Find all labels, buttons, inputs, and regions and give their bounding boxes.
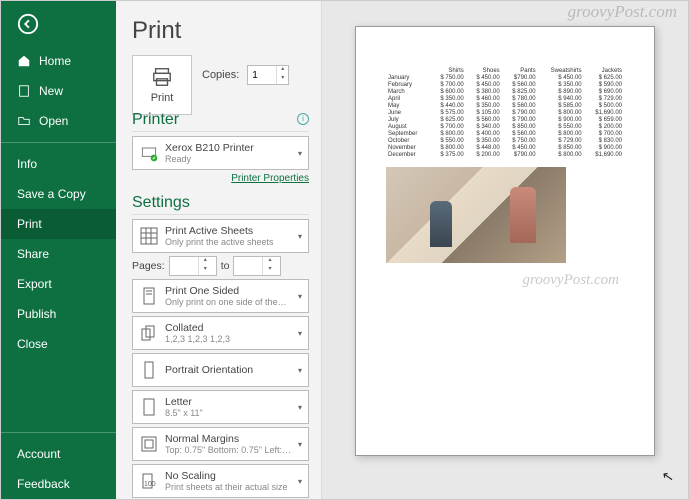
table-row: January$ 750.00$ 450.00$790.00$ 450.00$ … — [386, 75, 624, 82]
chevron-down-icon: ▾ — [298, 149, 302, 158]
table-row: June$ 575.00$ 105.00$ 790.00$ 800.00$1,6… — [386, 110, 624, 117]
sidebar-label: Close — [17, 337, 48, 351]
pages-label: Pages: — [132, 260, 165, 272]
table-row: December$ 375.00$ 200.00$790.00$ 800.00$… — [386, 152, 624, 159]
pages-to-input[interactable] — [234, 257, 262, 275]
settings-heading: Settings — [132, 194, 309, 215]
table-row: February$ 700.00$ 450.00$ 560.00$ 350.00… — [386, 82, 624, 89]
table-row: April$ 350.00$ 460.00$ 780.00$ 940.00$ 7… — [386, 96, 624, 103]
chevron-down-icon: ▾ — [298, 329, 302, 338]
page-title: Print — [132, 17, 309, 45]
copies-input[interactable] — [248, 66, 276, 84]
copies-spinner[interactable]: ▴▾ — [247, 65, 289, 85]
sidebar-item-share[interactable]: Share — [1, 239, 116, 269]
sidebar-item-close[interactable]: Close — [1, 329, 116, 359]
sidebar-item-export[interactable]: Export — [1, 269, 116, 299]
printer-dropdown[interactable]: Xerox B210 Printer Ready ▾ — [132, 136, 309, 170]
print-preview-area: ShirtsShoesPantsSweatshirtsJackets Janua… — [321, 1, 688, 499]
chevron-down-icon: ▾ — [298, 232, 302, 241]
print-scope-dropdown[interactable]: Print Active Sheets Only print the activ… — [132, 219, 309, 253]
sidebar-label: Feedback — [17, 477, 70, 491]
collated-icon — [139, 323, 159, 343]
table-row: August$ 700.00$ 340.00$ 850.00$ 550.00$ … — [386, 124, 624, 131]
letter-icon — [139, 397, 159, 417]
table-row: March$ 600.00$ 380.00$ 825.00$ 890.00$ 6… — [386, 89, 624, 96]
orientation-dropdown[interactable]: Portrait Orientation ▾ — [132, 353, 309, 387]
back-button[interactable] — [1, 1, 116, 46]
svg-text:100: 100 — [144, 481, 156, 488]
chevron-down-icon: ▾ — [298, 366, 302, 375]
sidebar-label: Info — [17, 157, 37, 171]
collate-dropdown[interactable]: Collated1,2,3 1,2,3 1,2,3 ▾ — [132, 316, 309, 350]
preview-table: ShirtsShoesPantsSweatshirtsJackets Janua… — [386, 67, 624, 159]
table-row: November$ 800.00$ 448.00$ 450.00$ 850.00… — [386, 145, 624, 152]
margins-icon — [139, 434, 159, 454]
sidebar-label: New — [39, 84, 63, 98]
sidebar-item-open[interactable]: Open — [1, 106, 116, 136]
printer-properties-link[interactable]: Printer Properties — [132, 173, 309, 184]
table-row: May$ 440.00$ 350.00$ 560.00$ 585.00$ 500… — [386, 103, 624, 110]
sidebar-item-feedback[interactable]: Feedback — [1, 469, 116, 499]
sidebar-label: Publish — [17, 307, 56, 321]
table-row: September$ 800.00$ 400.00$ 560.00$ 800.0… — [386, 131, 624, 138]
chevron-down-icon: ▾ — [298, 440, 302, 449]
pages-to-spinner[interactable]: ▴▾ — [233, 256, 281, 276]
preview-page: ShirtsShoesPantsSweatshirtsJackets Janua… — [355, 26, 655, 456]
sidebar-label: Open — [39, 114, 68, 128]
cursor-icon: ↖ — [661, 467, 676, 486]
scaling-dropdown[interactable]: 100 No ScalingPrint sheets at their actu… — [132, 464, 309, 498]
backstage-sidebar: Home New Open Info Save a Copy Print Sha… — [1, 1, 116, 499]
printer-name: Xerox B210 Printer — [165, 142, 292, 154]
sidebar-item-publish[interactable]: Publish — [1, 299, 116, 329]
sidebar-label: Print — [17, 217, 42, 231]
sidebar-label: Home — [39, 54, 71, 68]
chevron-down-icon: ▾ — [298, 292, 302, 301]
papersize-dropdown[interactable]: Letter8.5" x 11" ▾ — [132, 390, 309, 424]
info-icon[interactable]: i — [297, 113, 309, 125]
open-icon — [17, 114, 31, 128]
pages-to-label: to — [221, 260, 230, 272]
watermark: groovyPost.com — [522, 272, 619, 289]
sidebar-item-home[interactable]: Home — [1, 46, 116, 76]
sides-dropdown[interactable]: Print One SidedOnly print on one side of… — [132, 279, 309, 313]
sheets-icon — [139, 226, 159, 246]
spin-down-icon[interactable]: ▾ — [277, 75, 288, 84]
one-sided-icon — [139, 286, 159, 306]
sidebar-label: Export — [17, 277, 52, 291]
sidebar-item-info[interactable]: Info — [1, 149, 116, 179]
table-row: July$ 625.00$ 560.00$ 790.00$ 900.00$ 65… — [386, 117, 624, 124]
print-button-label: Print — [151, 92, 174, 104]
printer-status: Ready — [165, 154, 292, 164]
printer-icon — [151, 66, 173, 88]
sidebar-item-account[interactable]: Account — [1, 439, 116, 469]
print-button[interactable]: Print — [132, 55, 192, 115]
sidebar-label: Share — [17, 247, 49, 261]
sidebar-item-print[interactable]: Print — [1, 209, 116, 239]
spin-up-icon[interactable]: ▴ — [277, 66, 288, 75]
chevron-down-icon: ▾ — [298, 403, 302, 412]
new-icon — [17, 84, 31, 98]
home-icon — [17, 54, 31, 68]
print-panel: Print Print Copies: ▴▾ Printer i — [116, 1, 321, 499]
pages-from-input[interactable] — [170, 257, 198, 275]
margins-dropdown[interactable]: Normal MarginsTop: 0.75" Bottom: 0.75" L… — [132, 427, 309, 461]
sidebar-item-new[interactable]: New — [1, 76, 116, 106]
portrait-icon — [139, 360, 159, 380]
copies-label: Copies: — [202, 69, 239, 81]
scaling-icon: 100 — [139, 471, 159, 491]
table-row: October$ 550.00$ 350.00$ 750.00$ 729.00$… — [386, 138, 624, 145]
sidebar-item-save-copy[interactable]: Save a Copy — [1, 179, 116, 209]
chevron-down-icon: ▾ — [298, 477, 302, 486]
sidebar-label: Account — [17, 447, 60, 461]
sidebar-label: Save a Copy — [17, 187, 86, 201]
pages-from-spinner[interactable]: ▴▾ — [169, 256, 217, 276]
printer-ready-icon — [139, 143, 159, 163]
printer-heading: Printer i — [132, 111, 309, 132]
preview-image — [386, 167, 566, 263]
watermark: groovyPost.com — [568, 2, 677, 22]
